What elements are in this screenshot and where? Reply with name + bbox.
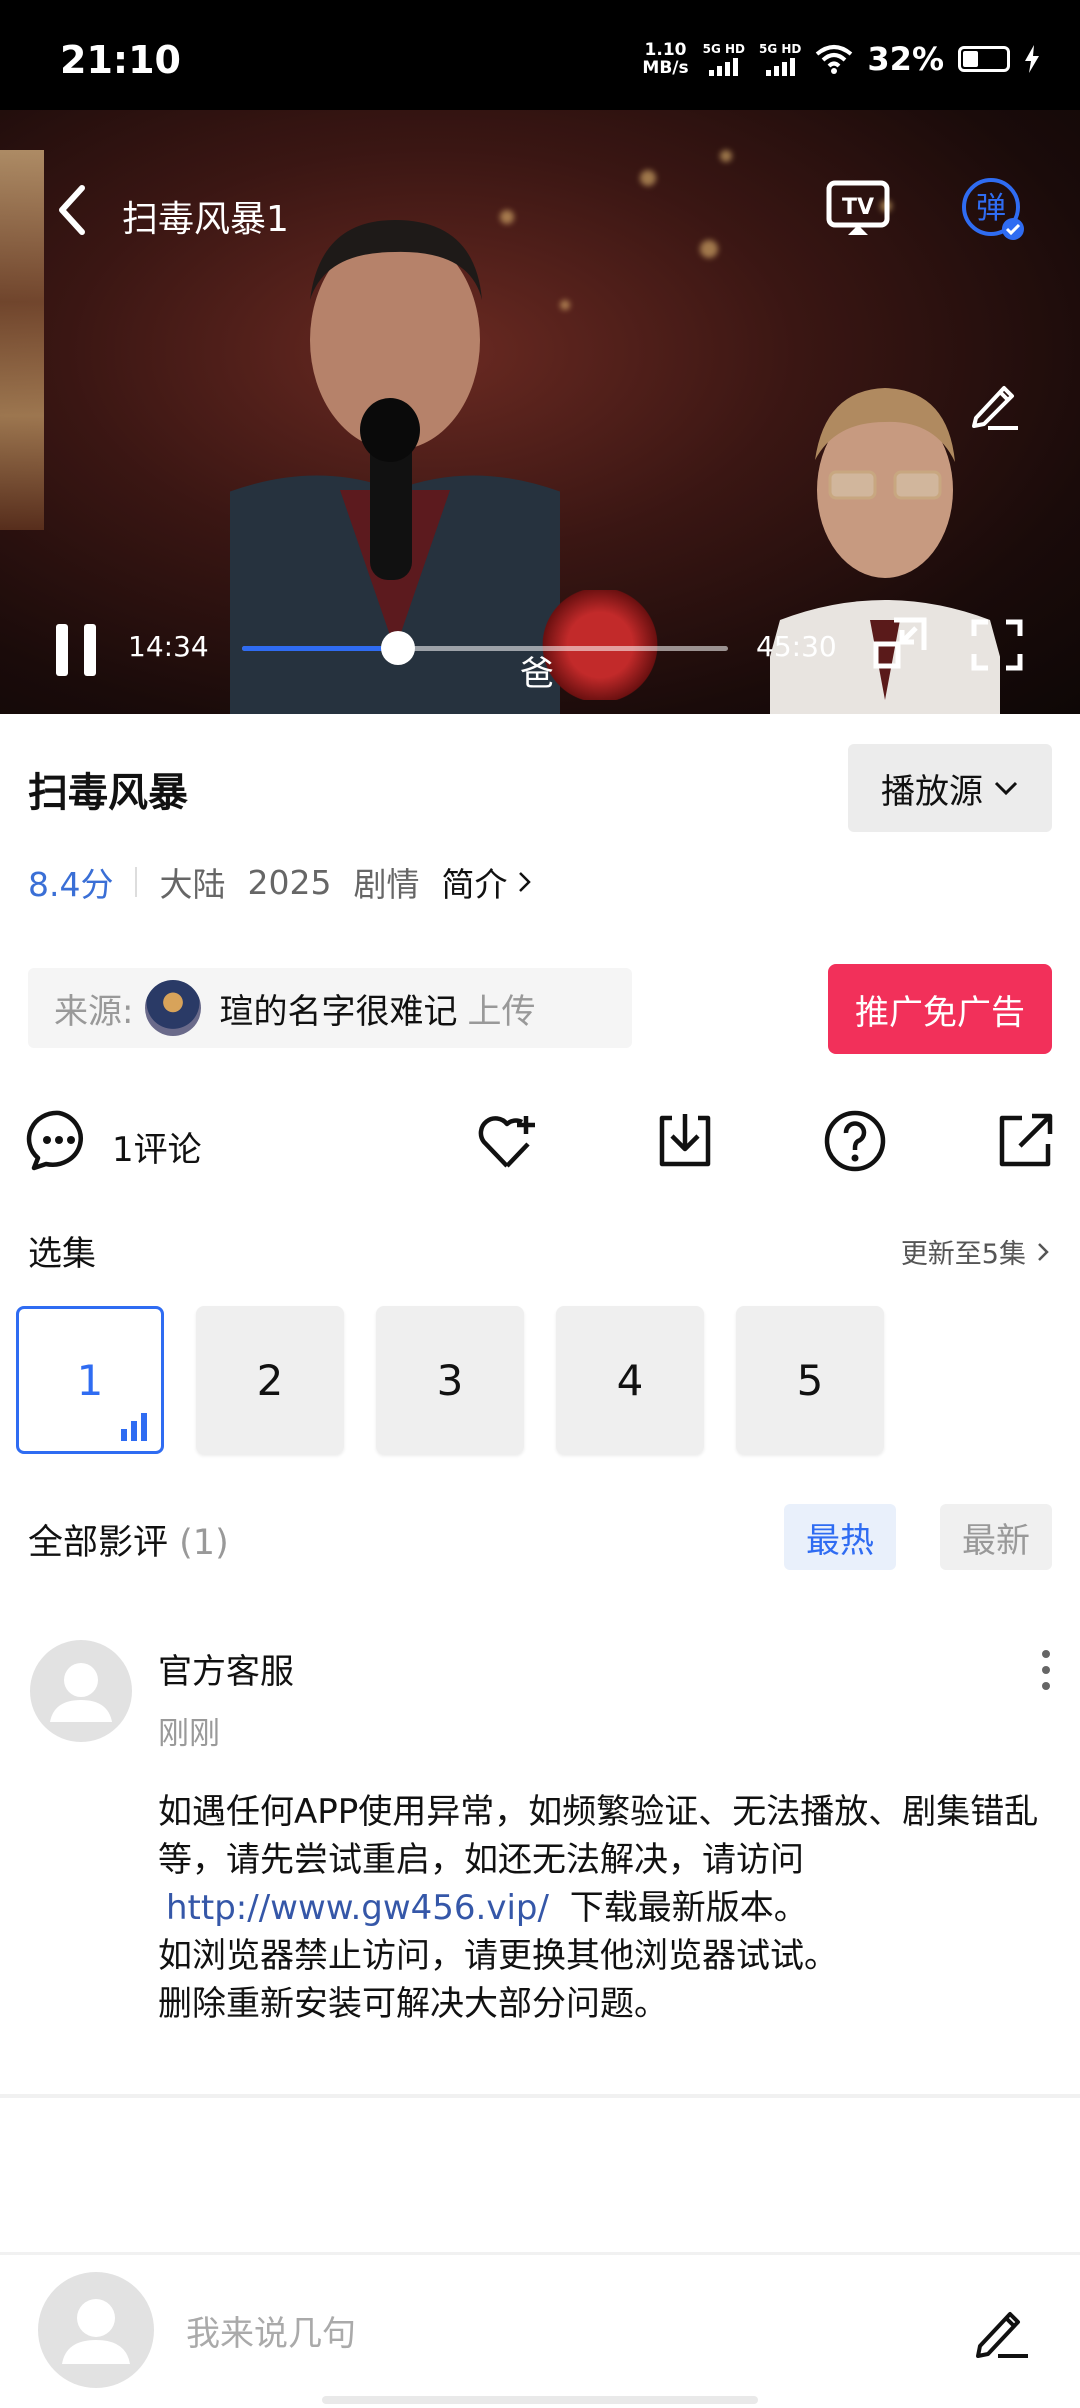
player-controls: 14:34 45:30: [0, 600, 1080, 680]
fullscreen-icon[interactable]: [970, 618, 1024, 672]
sim2-signal-icon: 5G HD: [759, 42, 801, 76]
default-avatar-icon: [50, 1663, 112, 1722]
reviews-heading-text: 全部影评: [28, 1523, 169, 1563]
episode-number: 2: [256, 1355, 284, 1405]
episode-number: 1: [76, 1355, 104, 1405]
play-source-label: 播放源: [881, 771, 983, 812]
player-title: 扫毒风暴1: [122, 199, 289, 240]
action-row: 1评论: [0, 1108, 1080, 1182]
back-arrow-icon[interactable]: [52, 180, 92, 240]
play-source-button[interactable]: 播放源: [848, 744, 1052, 832]
more-options-icon[interactable]: [1036, 1648, 1056, 1692]
commenter-name[interactable]: 官方客服: [158, 1644, 294, 1693]
total-time: 45:30: [756, 630, 837, 663]
comment-body: 如遇任何APP使用异常，如频繁验证、无法播放、剧集错乱等，请先尝试重启，如还无法…: [158, 1788, 1058, 2028]
genre: 剧情: [353, 865, 420, 904]
sim1-label: 5G HD: [702, 42, 746, 56]
comment-count[interactable]: 1评论: [112, 1122, 202, 1171]
video-player[interactable]: 扫毒风暴1 TV 弹 爸 14:34 45:30: [0, 110, 1080, 714]
progress-thumb[interactable]: [380, 631, 415, 665]
edit-pen-icon[interactable]: [972, 2300, 1032, 2360]
reviews-heading: 全部影评 (1): [28, 1514, 229, 1565]
episode-item[interactable]: 4: [556, 1306, 704, 1454]
uploader-info[interactable]: 来源: 瑄的名字很难记 上传: [28, 968, 632, 1048]
comment-text-3: 如浏览器禁止访问，请更换其他浏览器试试。: [158, 1936, 838, 1976]
player-top-bar: 扫毒风暴1 TV 弹: [0, 170, 1080, 250]
episode-number: 5: [796, 1355, 824, 1405]
pause-icon[interactable]: [56, 624, 98, 676]
share-icon[interactable]: [992, 1108, 1058, 1174]
commenter-avatar[interactable]: [30, 1640, 132, 1742]
episodes-heading: 选集: [28, 1234, 96, 1274]
danmaku-toggle-icon[interactable]: 弹: [960, 176, 1026, 242]
danmaku-label: 弹: [976, 191, 1006, 226]
year: 2025: [247, 862, 332, 902]
progress-slider[interactable]: [242, 631, 728, 665]
status-time: 21:10: [60, 38, 181, 82]
comment-input[interactable]: 我来说几句: [186, 2306, 356, 2355]
composer-divider: [0, 2252, 1080, 2255]
sim2-label: 5G HD: [759, 42, 802, 56]
chevron-right-icon: [519, 872, 532, 892]
episode-item[interactable]: 3: [376, 1306, 524, 1454]
episode-number: 3: [436, 1355, 464, 1405]
favorite-add-icon[interactable]: [474, 1108, 540, 1174]
chevron-right-icon: [1038, 1242, 1049, 1261]
tab-hottest[interactable]: 最热: [784, 1504, 896, 1570]
score: 8.4分: [28, 865, 114, 904]
battery-icon: [958, 46, 1010, 72]
comment-text-4: 删除重新安装可解决大部分问题。: [158, 1984, 668, 2024]
episode-item[interactable]: 1: [16, 1306, 164, 1454]
episodes-update-link[interactable]: 更新至5集: [901, 1232, 1050, 1271]
episode-number: 4: [616, 1355, 644, 1405]
danmaku-write-icon[interactable]: [968, 376, 1024, 432]
progress-fill: [242, 646, 398, 651]
uploader-suffix: 上传: [467, 991, 536, 1032]
net-speed-value: 1.10: [644, 40, 687, 60]
now-playing-icon: [121, 1411, 147, 1441]
episodes-update-text: 更新至5集: [900, 1239, 1026, 1270]
status-bar: 21:10 1.10 MB/s 5G HD 5G HD 32%: [0, 0, 1080, 110]
chevron-down-icon: [994, 781, 1018, 796]
wifi-icon: [816, 45, 853, 74]
reviews-count: (1): [179, 1523, 229, 1563]
tab-newest[interactable]: 最新: [940, 1504, 1052, 1570]
promo-ad-free-button[interactable]: 推广免广告: [828, 964, 1052, 1054]
divider: [135, 867, 138, 897]
tv-cast-icon[interactable]: TV: [826, 180, 890, 238]
comment-text-2: 下载最新版本。: [569, 1888, 808, 1928]
uploader-name: 瑄的名字很难记: [219, 991, 458, 1032]
intro-link[interactable]: 简介: [441, 858, 507, 906]
episode-list: 1 2 3 4 5: [16, 1306, 884, 1454]
show-meta: 8.4分 大陆 2025 剧情 简介: [28, 858, 533, 906]
help-icon[interactable]: [822, 1108, 888, 1174]
comment-time: 刚刚: [158, 1716, 220, 1752]
episode-item[interactable]: 2: [196, 1306, 344, 1454]
uploader-avatar: [145, 980, 202, 1036]
default-avatar-icon: [62, 2299, 130, 2364]
show-title: 扫毒风暴: [28, 770, 188, 816]
home-indicator: [322, 2396, 758, 2404]
section-divider: [0, 2094, 1080, 2098]
status-icons: 1.10 MB/s 5G HD 5G HD 32%: [642, 40, 1040, 78]
comment-link[interactable]: http://www.gw456.vip/: [166, 1888, 549, 1928]
comment-text-1: 如遇任何APP使用异常，如频繁验证、无法播放、剧集错乱等，请先尝试重启，如还无法…: [158, 1792, 1039, 1880]
episode-item[interactable]: 5: [736, 1306, 884, 1454]
picture-in-picture-icon[interactable]: [872, 616, 928, 672]
sim1-signal-icon: 5G HD: [703, 42, 745, 76]
region: 大陆: [159, 865, 226, 904]
current-time: 14:34: [128, 630, 209, 663]
charging-icon: [1025, 45, 1039, 73]
net-speed-unit: MB/s: [642, 58, 689, 78]
my-avatar[interactable]: [38, 2272, 154, 2388]
battery-percent: 32%: [867, 40, 944, 78]
download-icon[interactable]: [652, 1108, 718, 1174]
comment-icon[interactable]: [26, 1108, 92, 1174]
source-prefix: 来源:: [54, 991, 134, 1032]
tv-cast-label: TV: [842, 195, 874, 220]
net-speed: 1.10 MB/s: [642, 41, 688, 77]
